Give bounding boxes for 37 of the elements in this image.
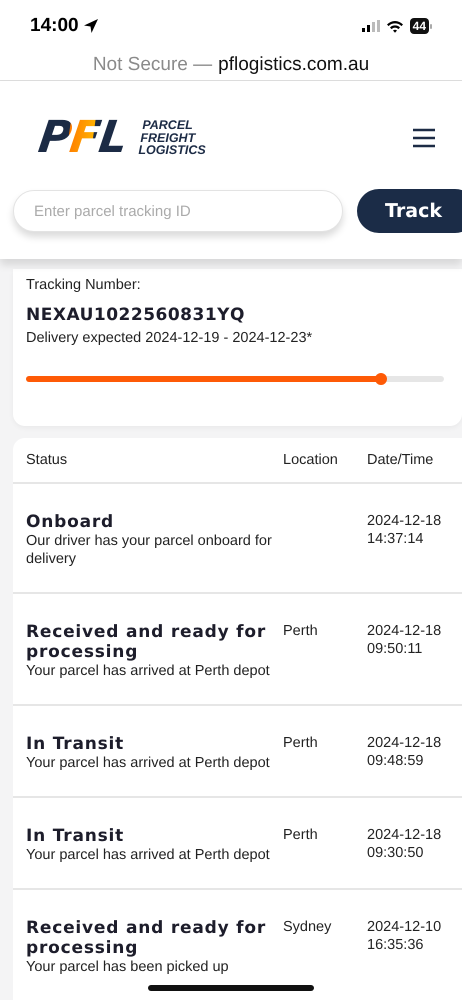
datetime-cell-text: 2024-12-10 16:35:36 [367,918,442,954]
status-title: Onboard [26,512,116,532]
battery-icon: 44 [410,18,432,34]
tracking-number: NEXAU1022560831YQ [26,305,246,325]
column-header: Date/Time [367,452,434,468]
track-button[interactable]: Track [357,189,462,233]
security-label: Not Secure — [92,54,212,76]
wifi-icon [386,20,404,32]
status-detail: Your parcel has arrived at Perth depot [26,754,271,772]
datetime-cell-text: 2024-12-18 14:37:14 [367,512,442,548]
logo-text: PARCEL FREIGHT LOGISTICS [138,119,206,157]
location-cell: Perth [283,623,318,639]
location-cell: Perth [283,827,318,843]
progress-thumb [375,373,388,385]
tracking-id-field[interactable]: Enter parcel tracking ID [13,190,343,232]
status-detail: Your parcel has arrived at Perth depot [26,846,271,864]
status-detail: Our driver has your parcel onboard for delivery [26,532,273,568]
status-detail: Your parcel has been picked up [26,958,230,976]
menu-icon[interactable] [412,128,436,148]
location-cell: Perth [283,735,318,751]
datetime-cell-text: 2024-12-18 09:48:59 [367,734,442,770]
delivery-estimate: Delivery expected 2024-12-19 - 2024-12-23* [26,330,314,346]
status-title: In Transit [26,826,126,846]
location-cell: Sydney [283,919,332,935]
status-title: In Transit [26,734,126,754]
clock-time: 14:00 [30,15,79,37]
status-title: Received and ready for processing [26,622,268,662]
page-address[interactable]: pflogistics.com.au [218,54,370,76]
signal-icon [362,20,380,32]
column-header: Status [26,452,68,468]
status-detail: Your parcel has arrived at Perth depot [26,662,271,680]
status-title: Received and ready for processing [26,918,268,958]
datetime-cell-text: 2024-12-18 09:50:11 [367,622,442,658]
location-arrow-icon [82,18,99,34]
column-header: Location [283,452,339,468]
datetime-cell-text: 2024-12-18 09:30:50 [367,826,442,862]
tracking-label: Tracking Number: [26,277,142,293]
